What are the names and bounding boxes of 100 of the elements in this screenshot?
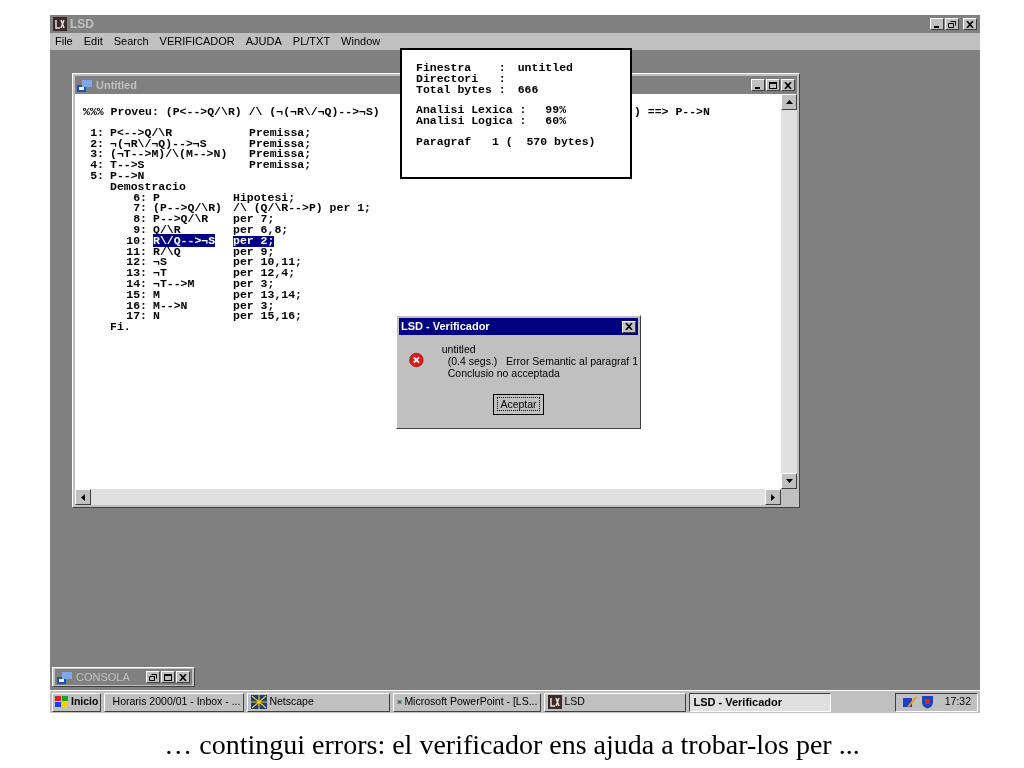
info-label: Analisi Lexica : <box>416 105 527 117</box>
formula[interactable]: (¬T-->M)/\(M-->N) <box>110 149 249 161</box>
clock: 17:32 <box>944 694 971 710</box>
formula[interactable]: T-->S <box>110 160 249 171</box>
vertical-scrollbar[interactable] <box>781 94 797 489</box>
taskbar-button[interactable]: LSD <box>544 692 687 712</box>
info-value: 666 <box>517 84 539 96</box>
line-number: 8: <box>132 214 147 225</box>
line-number: 16: <box>125 300 147 312</box>
menu-item[interactable]: File <box>55 33 73 50</box>
justification: per 9; <box>233 246 275 258</box>
proof-header-end: ) ==> P-->N <box>634 107 710 118</box>
close-button[interactable] <box>781 79 795 91</box>
info-value: 99% <box>544 105 567 117</box>
line-number: 15: <box>125 289 147 301</box>
formula[interactable]: ¬S <box>153 257 233 269</box>
minimize-button[interactable] <box>751 79 765 91</box>
restore-icon <box>948 20 956 28</box>
horizontal-scrollbar[interactable] <box>75 489 781 505</box>
right-arrow-icon <box>771 493 775 501</box>
network-icon <box>901 695 918 709</box>
justification: per 10,11; <box>233 257 302 269</box>
formula[interactable]: M <box>153 289 233 301</box>
justification: Premissa; <box>249 127 312 139</box>
dialog-message: Conclusio no acceptada <box>447 367 560 379</box>
restore-icon <box>149 673 157 681</box>
menu-item[interactable]: Search <box>113 33 149 50</box>
info-label: Directori : <box>416 73 506 85</box>
minimize-button[interactable] <box>930 18 944 30</box>
menu-item[interactable]: AJUDA <box>245 33 282 50</box>
line-number: 14: <box>125 278 147 290</box>
line-number: 4: <box>89 160 104 171</box>
document-icon <box>77 78 93 92</box>
close-button[interactable] <box>176 671 190 683</box>
justification: per 7; <box>233 214 275 225</box>
justification: per 3; <box>233 300 275 312</box>
info-label: Finestra : <box>416 63 506 74</box>
menu-item[interactable]: Window <box>341 33 381 50</box>
formula[interactable]: P-->N <box>110 171 249 182</box>
formula[interactable]: P<-->Q/\R <box>110 127 249 139</box>
justification: Premissa; <box>249 160 312 171</box>
line-number: 5: <box>89 171 104 182</box>
left-arrow-icon <box>81 493 85 501</box>
taskbar-button[interactable]: LSD - Verificador <box>689 692 832 712</box>
line-number: 7: <box>132 203 147 215</box>
formula[interactable]: N <box>153 311 233 323</box>
justification: per 15,16; <box>233 311 302 323</box>
info-value: untitled <box>517 63 573 74</box>
formula[interactable]: ¬T-->M <box>153 278 233 290</box>
slide-caption: … contingui errors: el verificador ens ajuda a trobar-los per ... <box>164 729 860 761</box>
menu-item[interactable]: VERIFICADOR <box>159 33 235 50</box>
windows-logo-icon <box>55 696 69 708</box>
formula[interactable]: R/\Q <box>153 246 233 258</box>
app-icon <box>53 17 67 31</box>
line-number: 6: <box>132 192 147 204</box>
start-button[interactable]: Inicio <box>52 692 102 712</box>
line-number: 1: <box>89 127 104 139</box>
dialog-message: untitled <box>441 343 476 355</box>
formula[interactable]: Q/\R <box>153 224 233 236</box>
line-number: 3: <box>89 149 104 161</box>
line-number: 17: <box>126 311 147 323</box>
formula[interactable]: ¬T <box>153 268 233 279</box>
formula[interactable]: M-->N <box>153 300 233 312</box>
restore-button[interactable] <box>945 18 959 30</box>
formula[interactable]: ¬(¬R\/¬Q)-->¬S <box>110 138 249 150</box>
close-button[interactable] <box>963 18 977 30</box>
up-arrow-icon <box>785 100 793 104</box>
accept-button[interactable]: Aceptar <box>493 394 544 415</box>
justification: per 3; <box>233 278 275 290</box>
close-button[interactable] <box>622 320 636 333</box>
close-icon <box>784 81 792 89</box>
dialog-title: LSD - Verificador <box>401 319 490 335</box>
menu-item[interactable]: Edit <box>83 33 103 50</box>
proof-header: %%% Proveu: (P<-->Q/\R) /\ (¬(¬R\/¬Q)-->¬S) <box>83 105 380 118</box>
app-title: LSD <box>70 16 94 33</box>
justification: per 2; <box>233 235 275 247</box>
formula[interactable]: P <box>153 192 233 204</box>
taskbar-button[interactable]: Netscape <box>247 692 391 712</box>
info-label: Analisi Logica : <box>416 116 527 127</box>
shield-icon <box>920 695 934 709</box>
info-label: Paragraf 1 ( 570 bytes) <box>416 137 596 148</box>
justification: per 13,14; <box>233 289 302 301</box>
restore-button[interactable] <box>146 671 160 683</box>
close-icon <box>966 20 974 28</box>
formula[interactable]: (P-->Q/\R) <box>153 203 233 215</box>
section-label: Demostracio <box>110 179 186 193</box>
justification: Premissa; <box>249 149 312 161</box>
line-number: 12: <box>125 257 147 269</box>
maximize-icon <box>769 81 777 89</box>
line-number: 11: <box>125 246 147 258</box>
line-number: 10: <box>125 235 147 247</box>
taskbar-button[interactable]: Horaris 2000/01 - Inbox - ... <box>104 692 245 712</box>
maximize-button[interactable] <box>161 671 175 683</box>
maximize-button[interactable] <box>766 79 780 91</box>
taskbar-button[interactable]: Microsoft PowerPoint - [LS... <box>393 692 542 712</box>
line-number: 9: <box>132 224 147 236</box>
formula[interactable]: P-->Q/\R <box>153 214 233 225</box>
taskbar-app-icon <box>251 695 268 709</box>
menu-item[interactable]: PL/TXT <box>292 33 331 50</box>
close-icon <box>625 323 633 330</box>
